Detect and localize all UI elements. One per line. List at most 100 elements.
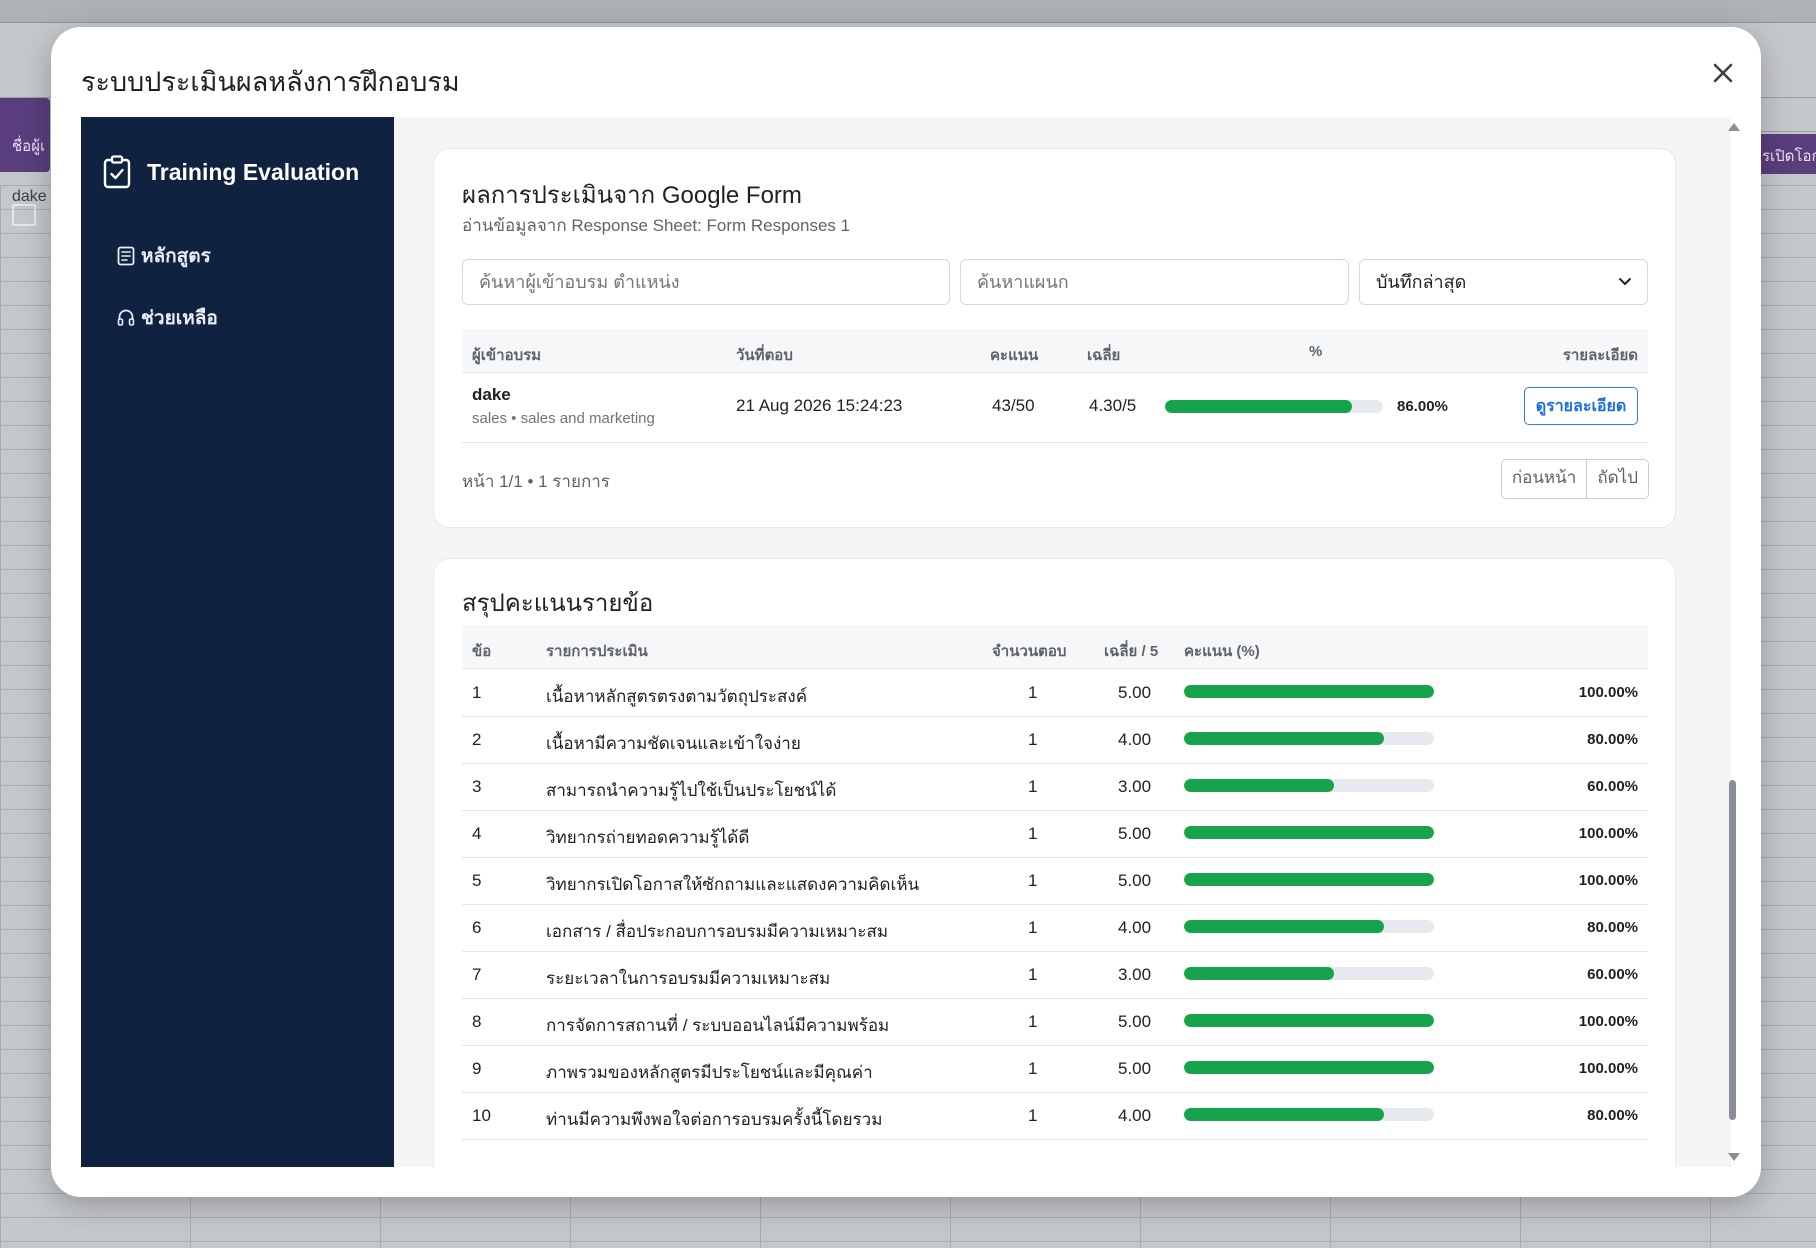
close-button[interactable] [1705,55,1741,91]
item-count: 1 [1028,871,1038,890]
col-score: คะแนน [990,347,1039,364]
table-row: 4 วิทยากรถ่ายทอดความรู้ได้ดี 1 5.00 100.00% [462,810,1648,858]
item-average: 5.00 [1118,683,1152,702]
item-label: ภาพรวมของหลักสูตรมีประโยชน์และมีคุณค่า [546,1063,873,1082]
sidebar-item-courses[interactable]: หลักสูตร [117,241,211,271]
response-average: 4.30/5 [1089,396,1137,415]
score-bar [1184,1014,1434,1027]
sort-select[interactable]: บันทึกล่าสุด [1359,259,1648,305]
table-row: 8 การจัดการสถานที่ / ระบบออนไลน์มีความพร้… [462,998,1648,1046]
item-number: 4 [472,824,482,843]
close-icon [1713,63,1733,83]
background-cell-text: dake [12,188,47,205]
item-average: 5.00 [1118,871,1152,890]
col-score-percent: คะแนน (%) [1184,643,1260,660]
table-row: 3 สามารถนำความรู้ไปใช้เป็นประโยชน์ได้ 1 3.0… [462,763,1648,811]
score-bar-fill [1184,1061,1434,1074]
department-search-input[interactable] [960,259,1349,305]
item-percent: 60.00% [1587,966,1638,983]
score-bar [1184,685,1434,698]
table-row: 1 เนื้อหาหลักสูตรตรงตามวัตถุประสงค์ 1 5.00 1… [462,669,1648,717]
score-bar-fill [1184,826,1434,839]
item-percent: 80.00% [1587,1107,1638,1124]
scroll-up-icon[interactable] [1728,123,1740,131]
item-count: 1 [1028,730,1038,749]
participant-search-input[interactable] [462,259,950,305]
item-count: 1 [1028,918,1038,937]
col-date: วันที่ตอบ [736,347,793,364]
item-number: 5 [472,871,482,890]
item-label: เนื้อหามีความชัดเจนและเข้าใจง่าย [546,734,801,753]
list-document-icon [117,246,135,266]
score-bar-fill [1184,1014,1434,1027]
item-label: การจัดการสถานที่ / ระบบออนไลน์มีความพร้อ… [546,1016,890,1035]
score-bar [1184,1061,1434,1074]
col-count: จำนวนตอบ [992,643,1067,660]
evaluation-modal: ระบบประเมินผลหลังการฝึกอบรม Training Eva… [51,27,1761,1197]
background-column-header-right: รเปิดโอก [1758,134,1816,174]
col-average: เฉลี่ย / 5 [1104,643,1159,660]
pagination: ก่อนหน้า ถัดไป [1500,459,1649,499]
results-subtitle: อ่านข้อมูลจาก Response Sheet: Form Respo… [462,216,851,235]
item-label: วิทยากรถ่ายทอดความรู้ได้ดี [546,828,750,847]
score-bar [1184,920,1434,933]
item-count: 1 [1028,683,1038,702]
table-row: 5 วิทยากรเปิดโอกาสให้ซักถามและแสดงความคิด… [462,857,1648,905]
percent-bar-fill [1165,400,1353,413]
item-number: 2 [472,730,482,749]
score-bar [1184,779,1434,792]
item-number: 1 [472,683,482,702]
item-percent: 80.00% [1587,731,1638,748]
item-label: ระยะเวลาในการอบรมมีความเหมาะสม [546,969,831,988]
participant-meta: sales • sales and marketing [472,410,655,427]
scrollbar-thumb[interactable] [1729,780,1736,1120]
item-percent: 100.00% [1578,872,1638,889]
prev-page-button[interactable]: ก่อนหน้า [1501,460,1587,498]
percent-bar [1165,400,1383,413]
scroll-down-icon[interactable] [1728,1153,1740,1161]
response-percent: 86.00% [1397,398,1448,415]
modal-title: ระบบประเมินผลหลังการฝึกอบรม [81,67,460,97]
results-card: ผลการประเมินจาก Google Form อ่านข้อมูลจา… [433,148,1676,528]
headset-icon [117,309,135,326]
col-no: ข้อ [472,643,492,660]
item-number: 7 [472,965,482,984]
col-percent: % [1309,343,1323,360]
item-count: 1 [1028,965,1038,984]
col-avg: เฉลี่ย [1087,347,1121,364]
response-date: 21 Aug 2026 15:24:23 [736,396,903,415]
brand: Training Evaluation [103,155,359,189]
score-bar [1184,732,1434,745]
table-row: 2 เนื้อหามีความชัดเจนและเข้าใจง่าย 1 4.00 80… [462,716,1648,764]
next-page-button[interactable]: ถัดไป [1586,460,1648,498]
score-bar-fill [1184,920,1384,933]
item-average: 5.00 [1118,824,1152,843]
col-detail: รายละเอียด [1562,347,1638,364]
results-table-header: ผู้เข้าอบรม วันที่ตอบ คะแนน เฉลี่ย % ราย… [462,330,1648,373]
results-title: ผลการประเมินจาก Google Form [462,182,802,209]
sidebar-item-help[interactable]: ช่วยเหลือ [117,303,218,333]
item-number: 8 [472,1012,482,1031]
item-average: 4.00 [1118,918,1152,937]
view-detail-button[interactable]: ดูรายละเอียด [1524,387,1638,425]
item-percent: 60.00% [1587,778,1638,795]
score-bar [1184,967,1434,980]
scrollbar[interactable] [1725,117,1741,1167]
item-average: 4.00 [1118,730,1152,749]
main-content: ผลการประเมินจาก Google Form อ่านข้อมูลจา… [394,117,1731,1167]
score-bar-fill [1184,732,1384,745]
summary-table-header: ข้อ รายการประเมิน จำนวนตอบ เฉลี่ย / 5 คะ… [462,626,1648,669]
table-row: 6 เอกสาร / สื่อประกอบการอบรมมีความเหมาะสม… [462,904,1648,952]
background-right-tab-label: รเปิดโอก [1762,148,1816,165]
score-bar [1184,873,1434,886]
item-number: 10 [472,1106,491,1125]
item-percent: 100.00% [1578,825,1638,842]
app-frame: Training Evaluation หลักสูตร ช่วยเหลือ ผ… [81,117,1731,1167]
summary-title: สรุปคะแนนรายข้อ [462,590,654,617]
sidebar-item-label: หลักสูตร [141,246,211,267]
col-participant: ผู้เข้าอบรม [472,347,542,364]
score-bar [1184,1108,1434,1121]
col-item: รายการประเมิน [546,643,648,660]
score-bar [1184,826,1434,839]
table-row: dake sales • sales and marketing 21 Aug … [462,372,1648,443]
